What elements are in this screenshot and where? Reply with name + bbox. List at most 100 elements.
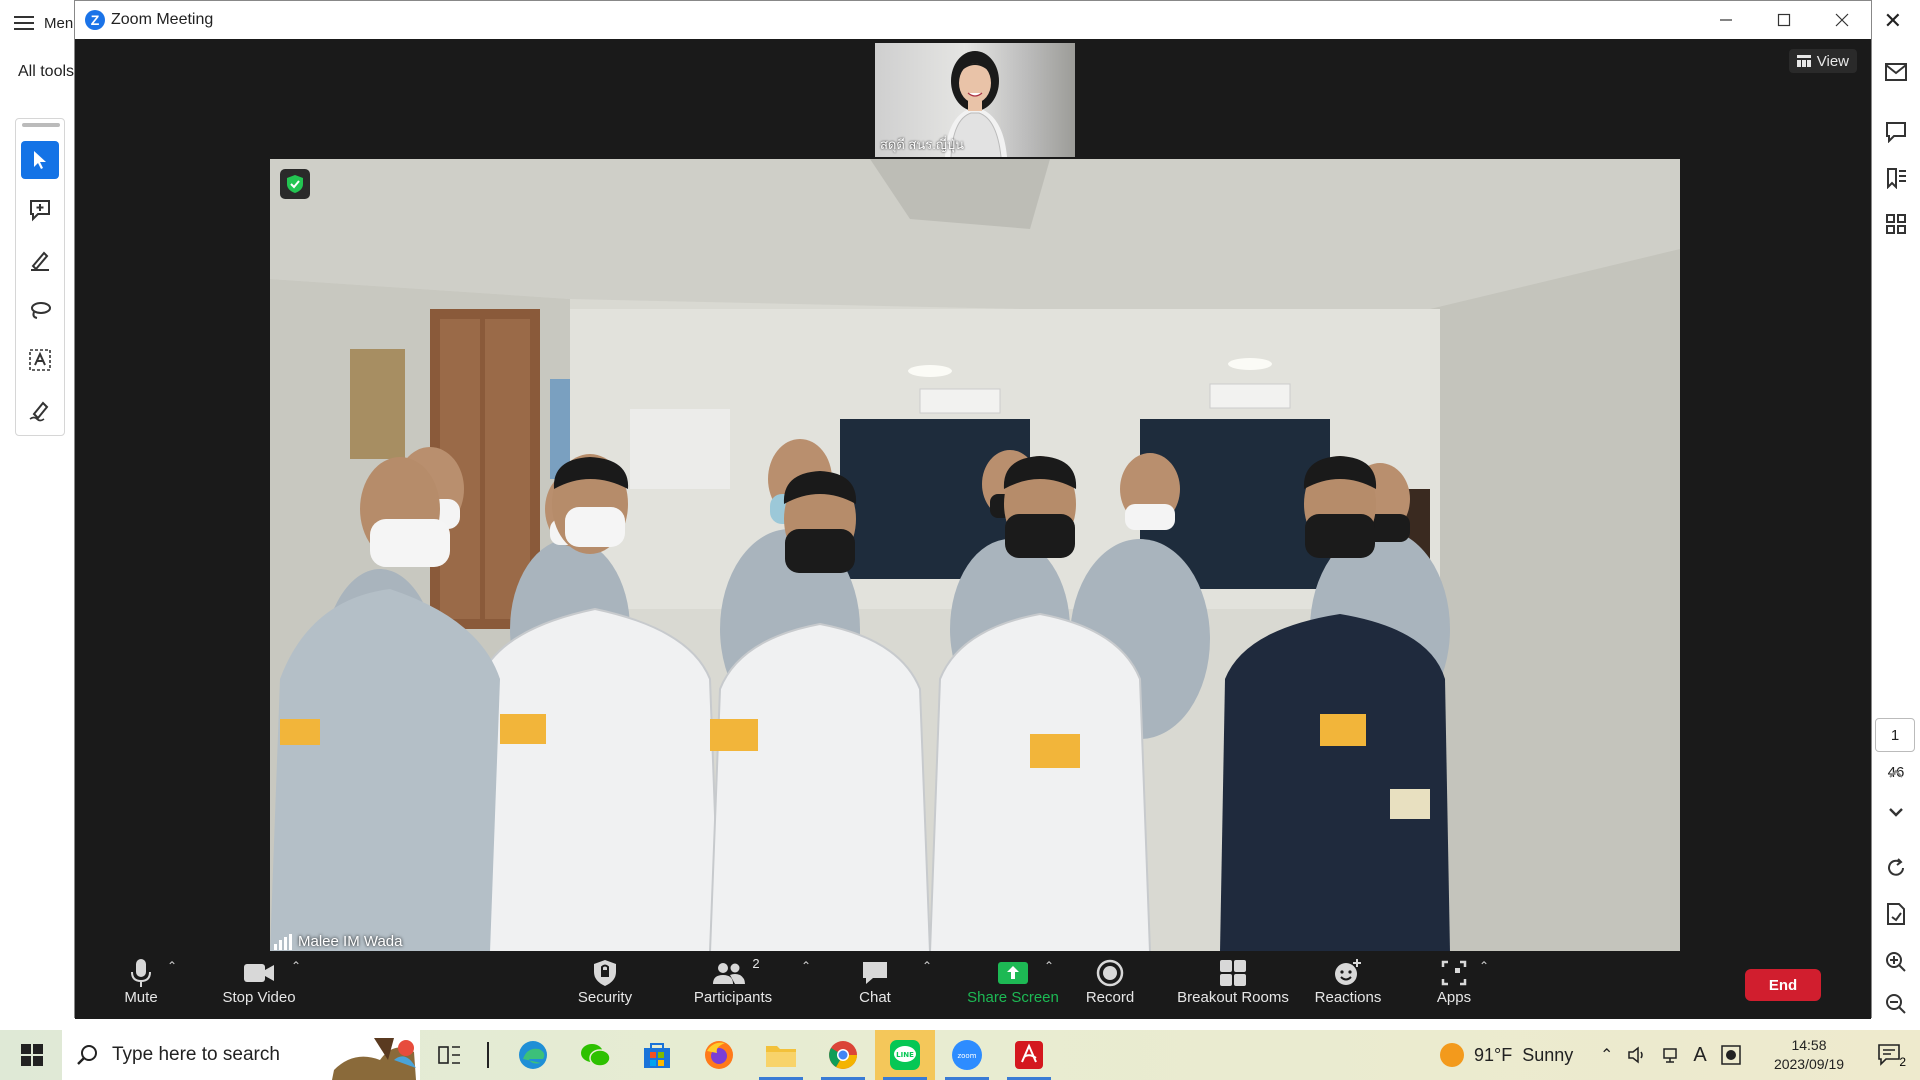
taskbar-clock[interactable]: 14:58 2023/09/19 (1758, 1036, 1860, 1074)
volume-icon[interactable] (1627, 1046, 1647, 1064)
security-button[interactable]: Security (570, 957, 640, 1015)
mute-button[interactable]: Mute (111, 957, 171, 1015)
chat-bubble-icon (861, 957, 889, 989)
svg-text:zoom: zoom (957, 1052, 976, 1060)
edge-icon[interactable] (503, 1030, 563, 1080)
security-shield-icon (593, 957, 617, 989)
maximize-button[interactable] (1755, 1, 1813, 39)
windows-start-icon[interactable] (10, 1030, 54, 1080)
current-page-field[interactable]: 1 (1875, 718, 1915, 752)
rail-grip[interactable] (22, 123, 60, 127)
chat-options-caret[interactable]: ⌃ (922, 959, 932, 973)
thumbnails-icon[interactable] (1882, 210, 1910, 238)
active-speaker-video[interactable]: Malee IM Wada (270, 159, 1680, 952)
chat-button[interactable]: Chat (845, 957, 905, 1015)
participant-thumbnail[interactable]: สดุดี สนร.ญี่ปุ่น (875, 43, 1075, 157)
reactions-smiley-icon (1333, 957, 1363, 989)
network-icon[interactable] (1661, 1046, 1679, 1064)
thumbnail-name: สดุดี สนร.ญี่ปุ่น (880, 137, 965, 152)
video-camera-icon (243, 957, 275, 989)
select-tool-icon[interactable] (21, 141, 59, 179)
chrome-icon[interactable] (813, 1030, 873, 1080)
title-bar[interactable]: Z Zoom Meeting (75, 1, 1871, 39)
mail-icon[interactable] (1882, 58, 1910, 86)
video-options-caret[interactable]: ⌃ (291, 959, 301, 973)
window-title: Zoom Meeting (111, 11, 214, 28)
zoom-out-icon[interactable] (1882, 990, 1910, 1018)
zoom-icon[interactable]: zoom (937, 1030, 997, 1080)
menu-button[interactable]: Menu (14, 10, 82, 36)
apps-button[interactable]: Apps (1424, 957, 1484, 1015)
search-placeholder: Type here to search (112, 1044, 280, 1065)
audio-options-caret[interactable]: ⌃ (167, 959, 177, 973)
svg-text:LINE: LINE (896, 1051, 914, 1059)
save-file-icon[interactable] (1882, 900, 1910, 928)
encryption-shield-icon[interactable] (280, 169, 310, 199)
chevron-down-icon[interactable] (1882, 798, 1910, 826)
apps-icon (1440, 957, 1468, 989)
minimize-button[interactable] (1697, 1, 1755, 39)
close-icon[interactable]: ✕ (1884, 8, 1902, 34)
end-meeting-button[interactable]: End (1745, 969, 1821, 1001)
record-button[interactable]: Record (1075, 957, 1145, 1015)
store-icon[interactable] (627, 1030, 687, 1080)
zoom-in-icon[interactable] (1882, 948, 1910, 976)
refresh-icon[interactable] (1882, 854, 1910, 882)
sun-icon (1440, 1043, 1464, 1067)
draw-lasso-icon[interactable] (21, 291, 59, 329)
participants-options-caret[interactable]: ⌃ (801, 959, 811, 973)
video-frame (270, 159, 1680, 952)
ime-mode-icon[interactable] (1721, 1045, 1741, 1065)
ime-indicator[interactable]: A (1693, 1044, 1706, 1067)
participants-count: 2 (752, 955, 760, 971)
participants-button[interactable]: 2 Participants (683, 955, 783, 1015)
folder-icon[interactable] (751, 1030, 811, 1080)
record-icon (1096, 957, 1124, 989)
clock-date: 2023/09/19 (1773, 1056, 1845, 1072)
participants-label: Participants (693, 989, 773, 1006)
reactions-label: Reactions (1314, 989, 1382, 1006)
all-tools-link[interactable]: All tools (18, 63, 74, 81)
comments-icon[interactable] (1882, 118, 1910, 146)
weather-temp: 91°F (1474, 1044, 1513, 1065)
meeting-controls: Mute ⌃ Stop Video ⌃ Security 2 Participa… (75, 951, 1871, 1019)
breakout-rooms-label: Breakout Rooms (1177, 989, 1289, 1006)
bookmarks-icon[interactable] (1882, 164, 1910, 192)
tool-rail (15, 118, 65, 436)
share-options-caret[interactable]: ⌃ (1044, 959, 1054, 973)
taskbar-search[interactable]: Type here to search (62, 1030, 420, 1080)
show-hidden-icons-chevron-icon[interactable]: ⌃ (1600, 1045, 1613, 1065)
view-button[interactable]: View (1788, 49, 1857, 73)
task-view-icon[interactable] (420, 1030, 480, 1080)
acrobat-icon[interactable] (999, 1030, 1059, 1080)
line-icon[interactable]: LINE (875, 1030, 935, 1080)
zoom-logo-icon: Z (85, 10, 105, 30)
meeting-area: View สดุดี สนร.ญี่ปุ่น Malee IM Wada (75, 39, 1871, 952)
signal-strength-icon (274, 933, 292, 950)
grid-view-icon (1796, 55, 1811, 67)
close-button[interactable] (1813, 1, 1871, 39)
weather-text: Sunny (1522, 1044, 1574, 1065)
system-tray: ⌃ A (1600, 1030, 1741, 1080)
microphone-icon (130, 957, 152, 989)
firefox-icon[interactable] (689, 1030, 749, 1080)
zoom-meeting-window: Z Zoom Meeting View สดุดี สนร.ญี่ปุ่น Ma… (74, 0, 1872, 1019)
taskbar-divider (474, 1030, 502, 1080)
wechat-icon[interactable] (565, 1030, 625, 1080)
highlight-pen-icon[interactable] (21, 241, 59, 279)
notification-center-icon[interactable]: 2 (1877, 1030, 1906, 1080)
breakout-rooms-button[interactable]: Breakout Rooms (1168, 957, 1298, 1015)
text-box-icon[interactable] (21, 341, 59, 379)
weather-widget[interactable]: 91°F Sunny (1440, 1030, 1573, 1080)
share-screen-button[interactable]: Share Screen (953, 957, 1073, 1015)
share-screen-icon (997, 957, 1029, 989)
stop-video-label: Stop Video (222, 989, 296, 1006)
record-label: Record (1085, 989, 1135, 1006)
reactions-button[interactable]: Reactions (1308, 957, 1388, 1015)
add-comment-icon[interactable] (21, 191, 59, 229)
apps-label: Apps (1436, 989, 1472, 1006)
sign-pen-icon[interactable] (21, 391, 59, 429)
breakout-rooms-icon (1219, 957, 1247, 989)
chevron-up-icon[interactable] (1882, 760, 1910, 788)
apps-options-caret[interactable]: ⌃ (1479, 959, 1489, 973)
